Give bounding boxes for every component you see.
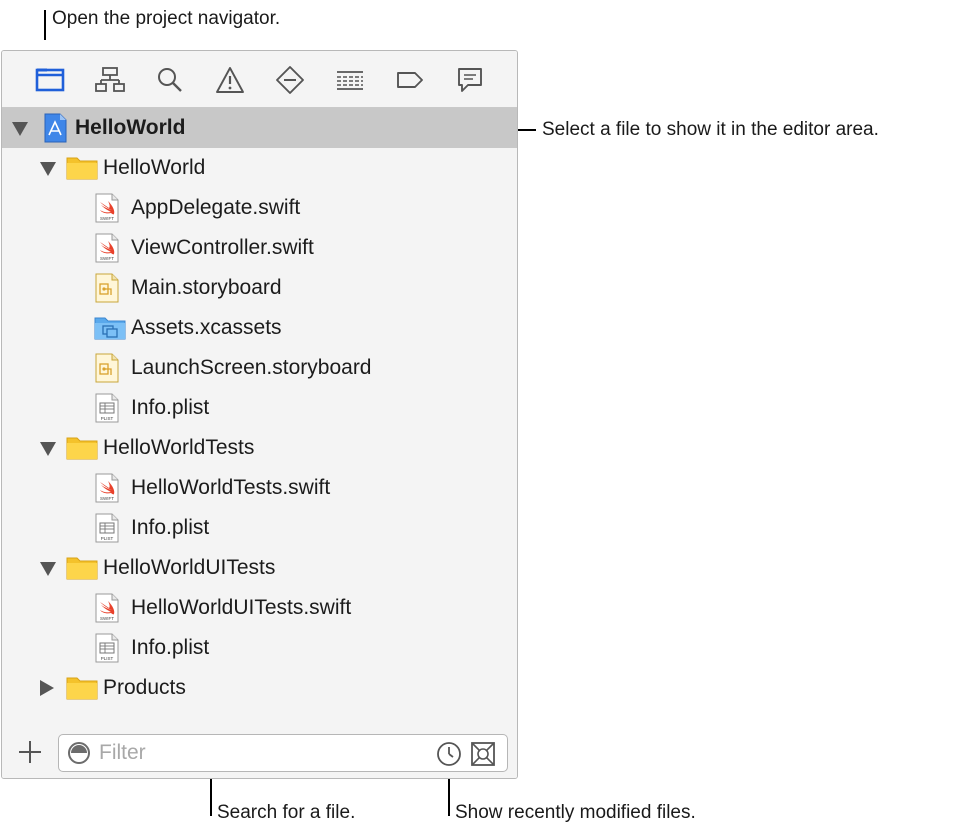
folder-icon [66,553,98,583]
swift-file-icon: SWIFT [94,233,124,263]
tree-item-label: Main.storyboard [131,276,282,299]
callout-line-navigator [44,10,46,40]
add-icon[interactable] [16,738,44,766]
svg-text:PLIST: PLIST [101,656,114,661]
disclosure-open-icon[interactable] [40,442,56,456]
callout-project-navigator: Open the project navigator. [52,8,281,29]
tree-group-row[interactable]: HelloWorld [2,108,517,148]
tree-file-row[interactable]: SWIFT HelloWorldUITests.swift [2,588,517,628]
navigator-toolbar [2,51,517,108]
svg-text:PLIST: PLIST [101,536,114,541]
tree-file-row[interactable]: LaunchScreen.storyboard [2,348,517,388]
disclosure-closed-icon[interactable] [40,680,54,696]
asset-catalog-icon [94,313,126,343]
test-diamond-icon[interactable] [274,65,306,95]
svg-text:SWIFT: SWIFT [100,216,114,221]
tree-item-label: HelloWorld [103,156,206,179]
folder-icon [66,153,98,183]
svg-text:PLIST: PLIST [101,416,114,421]
callout-search-file: Search for a file. [217,802,356,823]
source-control-filter-icon[interactable] [470,741,496,767]
tree-item-label: HelloWorldUITests.swift [131,596,352,619]
tree-item-label: AppDelegate.swift [131,196,301,219]
plist-file-icon: PLIST [94,633,124,663]
tree-file-row[interactable]: Assets.xcassets [2,308,517,348]
tree-item-label: Info.plist [131,396,210,419]
tree-group-row[interactable]: HelloWorldUITests [2,548,517,588]
folder-icon [66,433,98,463]
disclosure-open-icon[interactable] [40,162,56,176]
folder-icon[interactable] [34,65,66,95]
tree-file-row[interactable]: PLIST Info.plist [2,628,517,668]
callout-recent-files: Show recently modified files. [455,802,696,823]
tree-group-row[interactable]: Products [2,668,517,708]
svg-text:SWIFT: SWIFT [100,256,114,261]
filter-input[interactable] [99,740,419,766]
plist-file-icon: PLIST [94,393,124,423]
folder-icon [66,673,98,703]
navigator-bottom-bar [2,728,517,778]
search-icon[interactable] [154,65,186,95]
storyboard-file-icon [94,353,124,383]
tree-item-label: HelloWorldTests [103,436,255,459]
tree-group-row[interactable]: HelloWorldTests [2,428,517,468]
report-message-icon[interactable] [454,65,486,95]
callout-select-file: Select a file to show it in the editor a… [542,119,879,140]
tree-item-label: HelloWorld [75,116,186,139]
disclosure-open-icon[interactable] [40,562,56,576]
tree-item-label: Info.plist [131,636,210,659]
plist-file-icon: PLIST [94,513,124,543]
project-navigator-panel: HelloWorld HelloWorld SWIFT AppDelegate.swi… [1,50,518,779]
tree-file-row[interactable]: SWIFT ViewController.swift [2,228,517,268]
swift-file-icon: SWIFT [94,193,124,223]
filter-field[interactable] [58,734,508,772]
debug-list-icon[interactable] [334,65,366,95]
breakpoint-tag-icon[interactable] [394,65,426,95]
tree-item-label: HelloWorldUITests [103,556,276,579]
tree-group-row[interactable]: HelloWorld [2,148,517,188]
hierarchy-icon[interactable] [94,65,126,95]
warning-icon[interactable] [214,65,246,95]
tree-file-row[interactable]: SWIFT AppDelegate.swift [2,188,517,228]
tree-item-label: HelloWorldTests.swift [131,476,331,499]
svg-text:SWIFT: SWIFT [100,496,114,501]
disclosure-open-icon[interactable] [12,122,28,136]
swift-file-icon: SWIFT [94,593,124,623]
tree-file-row[interactable]: PLIST Info.plist [2,508,517,548]
tree-file-row[interactable]: Main.storyboard [2,268,517,308]
tree-file-row[interactable]: SWIFT HelloWorldTests.swift [2,468,517,508]
tree-item-label: LaunchScreen.storyboard [131,356,372,379]
filter-options-icon[interactable] [67,741,91,765]
swift-file-icon: SWIFT [94,473,124,503]
tree-item-label: Assets.xcassets [131,316,282,339]
tree-item-label: ViewController.swift [131,236,314,259]
clock-icon[interactable] [436,741,462,767]
svg-text:SWIFT: SWIFT [100,616,114,621]
project-icon [40,113,70,143]
tree-item-label: Info.plist [131,516,210,539]
storyboard-file-icon [94,273,124,303]
tree-file-row[interactable]: PLIST Info.plist [2,388,517,428]
tree-item-label: Products [103,676,186,699]
